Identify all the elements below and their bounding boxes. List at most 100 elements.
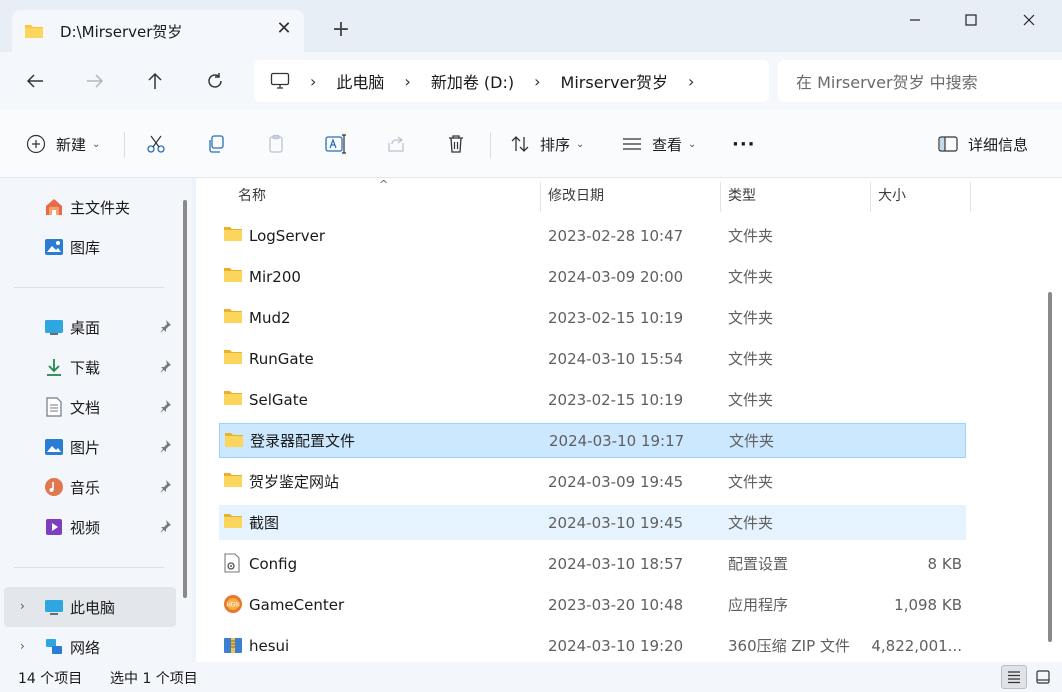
cut-button[interactable] bbox=[142, 130, 170, 158]
delete-button[interactable] bbox=[442, 130, 470, 158]
chevron-right-icon[interactable]: › bbox=[20, 599, 25, 613]
details-label: 详细信息 bbox=[968, 135, 1029, 154]
picture-icon bbox=[44, 437, 64, 457]
pin-icon[interactable] bbox=[158, 319, 172, 333]
more-icon: ··· bbox=[732, 133, 756, 155]
pin-icon[interactable] bbox=[158, 359, 172, 373]
navigation-pane: 主文件夹 图库 桌面 下载 文档 图片 音乐 视频 › 此电脑 › 网络 bbox=[0, 178, 192, 662]
download-icon bbox=[44, 357, 64, 377]
sidebar-item-desktop[interactable]: 桌面 bbox=[4, 307, 176, 347]
column-divider[interactable] bbox=[970, 182, 971, 212]
svg-text:HGN: HGN bbox=[226, 603, 239, 609]
pc-icon bbox=[44, 597, 64, 617]
refresh-icon bbox=[208, 73, 222, 88]
table-row[interactable]: hesui 2024-03-10 19:20 360压缩 ZIP 文件 4,822,0… bbox=[219, 628, 966, 663]
sidebar-item-this-pc[interactable]: › 此电脑 bbox=[4, 587, 176, 627]
chevron-right-icon: › bbox=[310, 71, 317, 91]
sidebar-item-videos[interactable]: 视频 bbox=[4, 507, 176, 547]
column-header-date[interactable]: 修改日期 bbox=[548, 178, 604, 212]
column-divider[interactable] bbox=[720, 182, 721, 212]
forward-button[interactable] bbox=[80, 66, 110, 96]
file-size: 4,822,001... bbox=[871, 636, 962, 655]
sidebar-item-documents[interactable]: 文档 bbox=[4, 387, 176, 427]
pin-icon[interactable] bbox=[158, 399, 172, 413]
sort-button[interactable]: 排序 ⌄ bbox=[510, 130, 584, 158]
sidebar-item-label: 文档 bbox=[70, 398, 101, 417]
gallery-icon bbox=[44, 237, 64, 257]
title-bar: D:\Mirserver贺岁 ✕ + bbox=[0, 0, 1062, 52]
table-row[interactable]: Config 2024-03-10 18:57 配置设置 8 KB bbox=[219, 546, 966, 581]
sidebar-item-home[interactable]: 主文件夹 bbox=[4, 187, 176, 227]
item-count: 14 个项目 bbox=[18, 671, 83, 687]
table-row[interactable]: Mud2 2023-02-15 10:19 文件夹 bbox=[219, 300, 966, 335]
close-window-button[interactable] bbox=[1006, 6, 1052, 34]
file-name: LogServer bbox=[249, 226, 325, 245]
table-row[interactable]: SelGate 2023-02-15 10:19 文件夹 bbox=[219, 382, 966, 417]
sidebar-item-pictures[interactable]: 图片 bbox=[4, 427, 176, 467]
breadcrumb-item[interactable]: 此电脑 bbox=[336, 69, 384, 93]
sidebar-scrollbar[interactable] bbox=[182, 198, 188, 660]
sidebar-item-label: 图片 bbox=[70, 438, 101, 457]
table-row[interactable]: RunGate 2024-03-10 15:54 文件夹 bbox=[219, 341, 966, 376]
table-row[interactable]: LogServer 2023-02-28 10:47 文件夹 bbox=[219, 218, 966, 253]
search-input[interactable]: 在 Mirserver贺岁 中搜索 bbox=[778, 60, 1062, 102]
table-row[interactable]: HGN GameCenter 2023-03-20 10:48 应用程序 1,098 K… bbox=[219, 587, 966, 622]
column-header-name[interactable]: 名称 bbox=[238, 178, 266, 212]
column-divider[interactable] bbox=[870, 182, 871, 212]
tab-current[interactable]: D:\Mirserver贺岁 ✕ bbox=[12, 10, 304, 52]
rename-button[interactable] bbox=[322, 130, 350, 158]
copy-button[interactable] bbox=[202, 130, 230, 158]
folder-icon bbox=[223, 471, 243, 491]
pin-icon[interactable] bbox=[158, 479, 172, 493]
column-header-type[interactable]: 类型 bbox=[728, 178, 756, 212]
file-list-scrollbar[interactable] bbox=[1046, 182, 1056, 662]
sort-label: 排序 bbox=[540, 135, 571, 154]
details-view-button[interactable] bbox=[1001, 665, 1027, 689]
app-icon: HGN bbox=[223, 594, 243, 614]
file-date: 2024-03-10 19:20 bbox=[548, 636, 684, 655]
chevron-right-icon[interactable]: › bbox=[688, 72, 694, 91]
chevron-right-icon[interactable]: › bbox=[534, 72, 540, 91]
share-button[interactable] bbox=[382, 130, 410, 158]
back-button[interactable] bbox=[20, 66, 50, 96]
tiles-view-button[interactable] bbox=[1030, 665, 1056, 689]
column-divider[interactable] bbox=[540, 182, 541, 212]
new-tab-button[interactable]: + bbox=[330, 19, 352, 41]
file-name: Mud2 bbox=[249, 308, 291, 327]
folder-icon bbox=[24, 23, 44, 39]
maximize-button[interactable] bbox=[948, 6, 994, 34]
pin-icon[interactable] bbox=[158, 519, 172, 533]
chevron-right-icon[interactable]: › bbox=[20, 639, 25, 653]
address-bar[interactable]: › 此电脑 › 新加卷 (D:) › Mirserver贺岁 › bbox=[254, 60, 769, 102]
breadcrumb-item[interactable]: 新加卷 (D:) bbox=[431, 69, 514, 93]
file-name: 贺岁鉴定网站 bbox=[249, 473, 340, 491]
file-date: 2024-03-09 20:00 bbox=[548, 267, 684, 286]
up-button[interactable] bbox=[140, 66, 170, 96]
breadcrumb-item[interactable]: Mirserver贺岁 bbox=[561, 69, 668, 93]
new-button[interactable]: 新建 ⌄ bbox=[26, 130, 100, 158]
sidebar-item-network[interactable]: › 网络 bbox=[4, 627, 176, 667]
paste-button[interactable] bbox=[262, 130, 290, 158]
sidebar-item-downloads[interactable]: 下载 bbox=[4, 347, 176, 387]
tab-close-icon[interactable]: ✕ bbox=[276, 20, 292, 38]
sidebar-item-label: 此电脑 bbox=[70, 598, 116, 617]
chevron-right-icon[interactable]: › bbox=[404, 72, 410, 91]
file-name: GameCenter bbox=[249, 595, 345, 614]
table-row[interactable]: 登录器配置文件 2024-03-10 19:17 文件夹 bbox=[219, 423, 966, 458]
table-row[interactable]: Mir200 2024-03-09 20:00 文件夹 bbox=[219, 259, 966, 294]
view-button[interactable]: 查看 ⌄ bbox=[622, 130, 696, 158]
more-button[interactable]: ··· bbox=[732, 130, 756, 158]
sort-ascending-icon: ^ bbox=[379, 178, 389, 191]
sidebar-item-music[interactable]: 音乐 bbox=[4, 467, 176, 507]
sidebar-item-label: 网络 bbox=[70, 638, 101, 657]
refresh-button[interactable] bbox=[200, 66, 230, 96]
pin-icon[interactable] bbox=[158, 439, 172, 453]
details-button[interactable]: 详细信息 bbox=[938, 130, 1028, 158]
column-header-size[interactable]: 大小 bbox=[878, 178, 906, 212]
table-row[interactable]: 截图 2024-03-10 19:45 文件夹 bbox=[219, 505, 966, 540]
table-row[interactable]: 贺岁鉴定网站 2024-03-09 19:45 文件夹 bbox=[219, 464, 966, 499]
file-type: 文件夹 bbox=[728, 227, 774, 245]
minimize-button[interactable] bbox=[892, 6, 938, 34]
sidebar-item-gallery[interactable]: 图库 bbox=[4, 227, 176, 267]
search-placeholder: 在 Mirserver贺岁 中搜索 bbox=[796, 73, 978, 92]
